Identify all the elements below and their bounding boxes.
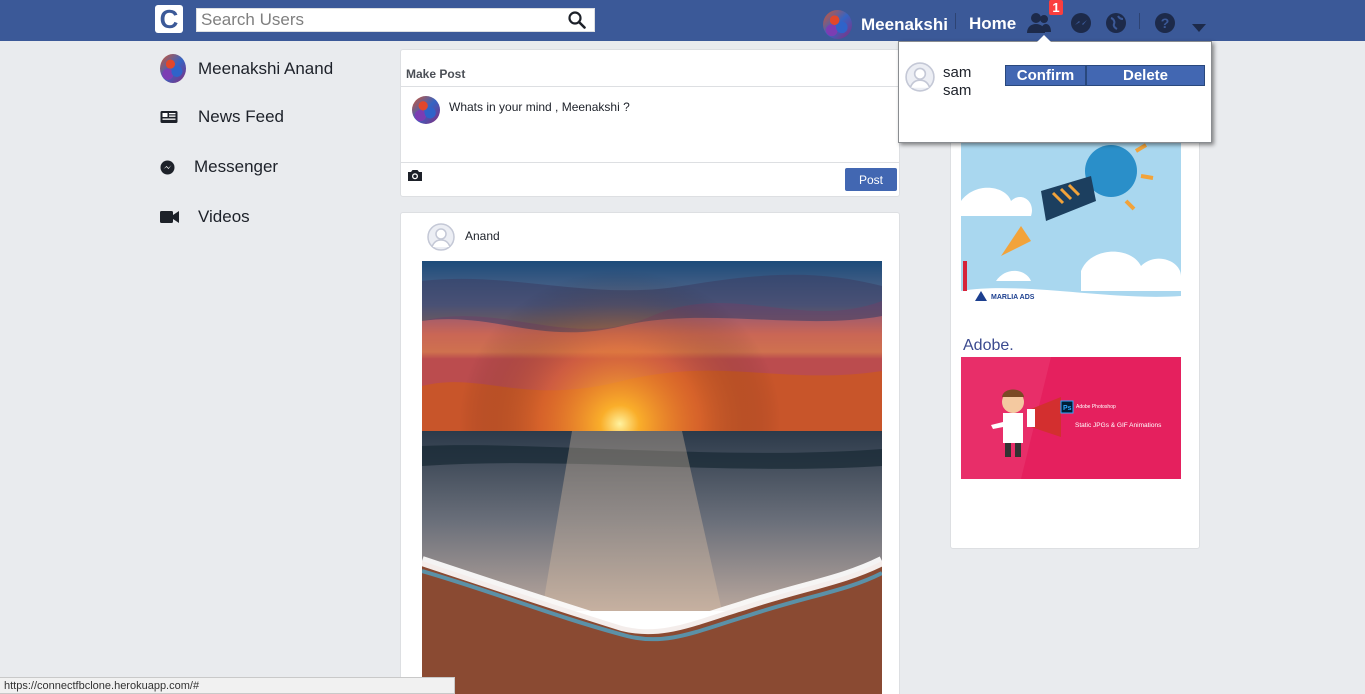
browser-status-bar: https://connectfbclone.herokuapp.com/# [0, 677, 455, 694]
svg-text:Ps: Ps [1063, 405, 1072, 412]
nav-user-name: Meenakshi [861, 14, 948, 34]
nav-profile-link[interactable]: Meenakshi [823, 10, 948, 39]
ad-brand-text: MARLIA ADS [991, 294, 1035, 301]
nav-divider [1139, 13, 1140, 29]
post-image[interactable] [422, 261, 882, 694]
globe-icon[interactable] [1105, 12, 1127, 34]
sidebar-item-label: Messenger [194, 157, 279, 176]
feed-post: Anand [400, 212, 900, 694]
sidebar-item-messenger[interactable]: Messenger [160, 157, 278, 177]
help-icon[interactable]: ? [1154, 12, 1176, 34]
search-icon[interactable] [568, 11, 586, 34]
sidebar-item-videos[interactable]: Videos [160, 207, 250, 227]
messenger-icon[interactable] [1070, 12, 1092, 34]
nav-divider [955, 13, 956, 29]
newspaper-icon [160, 110, 186, 124]
default-avatar-icon [905, 62, 935, 97]
divider [401, 86, 899, 87]
ads-panel: MARLIA ADS Adobe. Ps Adobe Photoshop Sta… [950, 130, 1200, 549]
chevron-down-icon[interactable] [1192, 19, 1214, 41]
top-navbar: C Meenakshi Home 1 ? [0, 0, 1365, 41]
ad2-desc-text: Static JPGs & GIF Animations [1075, 422, 1162, 429]
divider [401, 162, 899, 163]
adobe-ad-label[interactable]: Adobe. [963, 337, 1014, 355]
sidebar-item-label: News Feed [198, 107, 284, 126]
svg-text:?: ? [1161, 15, 1170, 31]
home-link[interactable]: Home [969, 14, 1016, 34]
sidebar-item-label: Videos [198, 207, 250, 226]
notification-badge: 1 [1049, 0, 1063, 15]
make-post-title: Make Post [406, 67, 466, 81]
avatar [412, 96, 440, 124]
make-post-card: Make Post Whats in your mind , Meenakshi… [400, 49, 900, 197]
friend-requests-icon[interactable] [1026, 11, 1051, 33]
avatar [160, 54, 186, 83]
sidebar-item-profile[interactable]: Meenakshi Anand [160, 54, 333, 83]
search-input[interactable] [197, 9, 557, 31]
post-author[interactable]: Anand [465, 229, 500, 243]
video-camera-icon [160, 210, 186, 224]
ad2-brand-text: Adobe Photoshop [1076, 404, 1116, 410]
ad-banner-marlia[interactable]: MARLIA ADS [961, 131, 1181, 309]
confirm-request-button[interactable]: Confirm [1005, 65, 1086, 86]
friend-request-name[interactable]: sam sam [943, 64, 993, 100]
ad-banner-adobe[interactable]: Ps Adobe Photoshop Static JPGs & GIF Ani… [961, 357, 1181, 479]
post-composer-input[interactable]: Whats in your mind , Meenakshi ? [449, 100, 630, 114]
camera-icon[interactable] [407, 169, 423, 187]
avatar [823, 10, 852, 39]
delete-request-button[interactable]: Delete [1086, 65, 1205, 86]
sidebar-item-label: Meenakshi Anand [198, 58, 334, 78]
dropdown-caret [1037, 35, 1051, 42]
logo-icon[interactable]: C [155, 5, 183, 34]
messenger-icon [160, 160, 182, 175]
post-button[interactable]: Post [845, 168, 897, 191]
friend-requests-dropdown: sam sam Confirm Delete [898, 35, 1212, 143]
default-avatar-icon [427, 223, 455, 256]
search-box[interactable] [196, 8, 595, 32]
sidebar-item-news-feed[interactable]: News Feed [160, 107, 284, 127]
